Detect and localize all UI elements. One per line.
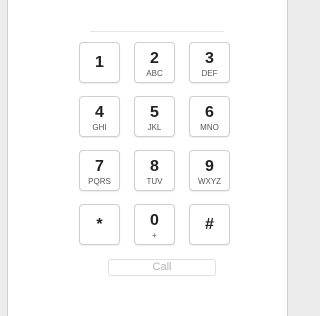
dialer-panel: 1 2 ABC 3 DEF 4 GHI 5 JKL 6 MNO 7 PQRS 8… bbox=[7, 0, 288, 316]
call-button[interactable]: Call bbox=[108, 259, 216, 276]
key-letters: ABC bbox=[146, 69, 163, 78]
key-letters: DEF bbox=[201, 69, 218, 78]
key-letters: + bbox=[152, 231, 157, 240]
key-letters: GHI bbox=[92, 123, 107, 132]
key-letters: PQRS bbox=[88, 177, 111, 186]
key-star[interactable]: * bbox=[79, 204, 120, 245]
key-6[interactable]: 6 MNO bbox=[189, 96, 230, 137]
key-digit: 3 bbox=[205, 50, 214, 67]
key-letters: MNO bbox=[200, 123, 219, 132]
key-7[interactable]: 7 PQRS bbox=[79, 150, 120, 191]
key-3[interactable]: 3 DEF bbox=[189, 42, 230, 83]
key-4[interactable]: 4 GHI bbox=[79, 96, 120, 137]
key-digit: 6 bbox=[205, 104, 214, 121]
key-9[interactable]: 9 WXYZ bbox=[189, 150, 230, 191]
key-digit: # bbox=[205, 216, 214, 233]
key-digit: 5 bbox=[150, 104, 159, 121]
key-digit: 1 bbox=[95, 54, 104, 71]
key-digit: * bbox=[96, 216, 103, 233]
key-letters: WXYZ bbox=[197, 177, 222, 186]
key-digit: 2 bbox=[150, 50, 159, 67]
key-2[interactable]: 2 ABC bbox=[134, 42, 175, 83]
key-8[interactable]: 8 TUV bbox=[134, 150, 175, 191]
key-1[interactable]: 1 bbox=[79, 42, 120, 83]
key-digit: 0 bbox=[150, 212, 159, 229]
key-digit: 4 bbox=[95, 104, 104, 121]
key-digit: 8 bbox=[150, 158, 159, 175]
key-5[interactable]: 5 JKL bbox=[134, 96, 175, 137]
phone-number-field[interactable] bbox=[90, 17, 224, 32]
key-0[interactable]: 0 + bbox=[134, 204, 175, 245]
key-letters: JKL bbox=[147, 123, 162, 132]
key-letters: TUV bbox=[146, 177, 163, 186]
key-digit: 9 bbox=[205, 158, 214, 175]
key-hash[interactable]: # bbox=[189, 204, 230, 245]
key-digit: 7 bbox=[95, 158, 104, 175]
